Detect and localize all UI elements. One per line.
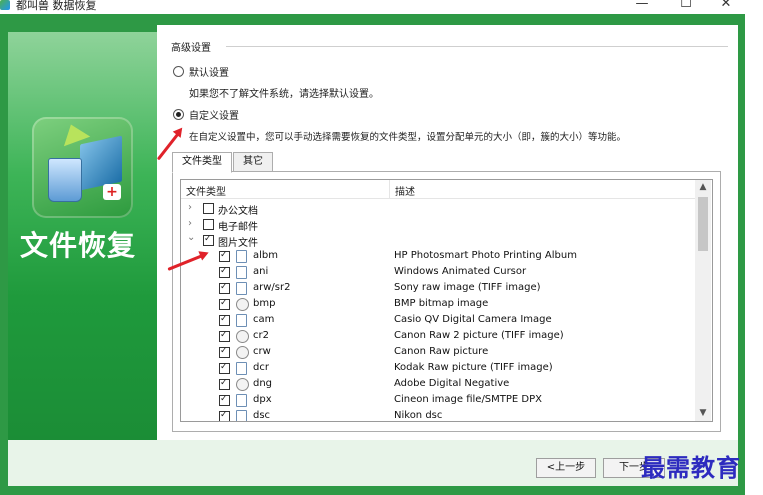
- image-file-icon: [236, 330, 249, 343]
- document-file-icon: [236, 282, 247, 295]
- scroll-up-arrow-icon[interactable]: ▲: [695, 180, 711, 194]
- column-description[interactable]: 描述: [395, 183, 415, 198]
- file-description: Sony raw image (TIFF image): [394, 282, 541, 293]
- custom-settings-hint: 在自定义设置中，您可以手动选择需要恢复的文件类型，设置分配单元的大小（即，簇的大…: [189, 132, 627, 143]
- group-label: 高级设置: [171, 43, 211, 54]
- file-description: Cineon image file/SMTPE DPX: [394, 394, 543, 405]
- file-description: HP Photosmart Photo Printing Album: [394, 250, 577, 261]
- file-extension: dcr: [253, 362, 269, 373]
- file-type-row[interactable]: arw/sr2 Sony raw image (TIFF image): [181, 281, 695, 297]
- file-type-checkbox[interactable]: [219, 346, 230, 358]
- file-description: Canon Raw 2 picture (TIFF image): [394, 330, 564, 341]
- vertical-scrollbar[interactable]: ▲ ▼: [695, 180, 711, 421]
- file-description: BMP bitmap image: [394, 298, 489, 309]
- file-type-checkbox[interactable]: [219, 282, 230, 294]
- tree-header: 文件类型 描述: [181, 180, 695, 199]
- column-file-type[interactable]: 文件类型: [186, 183, 226, 198]
- expand-chevron-icon[interactable]: ›: [188, 202, 192, 213]
- document-file-icon: [236, 362, 247, 375]
- document-file-icon: [236, 394, 247, 407]
- file-type-row[interactable]: dpx Cineon image file/SMTPE DPX: [181, 393, 695, 409]
- app-icon: [0, 0, 10, 10]
- file-description: Nikon dsc: [394, 410, 443, 421]
- document-file-icon: [236, 266, 247, 279]
- file-extension: dng: [253, 378, 273, 389]
- file-type-checkbox[interactable]: [219, 362, 230, 374]
- file-type-checkbox[interactable]: [219, 314, 230, 326]
- file-type-row[interactable]: cam Casio QV Digital Camera Image: [181, 313, 695, 329]
- document-file-icon: [236, 250, 247, 263]
- close-button[interactable]: ✕: [716, 0, 736, 12]
- file-type-checkbox[interactable]: [219, 250, 230, 262]
- file-extension: ani: [253, 266, 269, 277]
- file-type-checkbox[interactable]: [219, 394, 230, 406]
- watermark: 最需教育: [641, 454, 741, 482]
- scroll-thumb[interactable]: [698, 197, 708, 251]
- document-file-icon: [236, 314, 247, 327]
- expand-chevron-icon[interactable]: ›: [188, 218, 192, 229]
- file-type-row[interactable]: cr2 Canon Raw 2 picture (TIFF image): [181, 329, 695, 345]
- custom-settings-label[interactable]: 自定义设置: [189, 107, 239, 122]
- book-icon: [80, 135, 122, 191]
- window-title: 都叫兽 数据恢复: [16, 0, 97, 12]
- document-file-icon: [236, 410, 247, 421]
- default-settings-hint: 如果您不了解文件系统，请选择默认设置。: [189, 89, 379, 100]
- image-file-icon: [236, 378, 249, 391]
- file-type-row[interactable]: crw Canon Raw picture: [181, 345, 695, 361]
- file-type-row[interactable]: ani Windows Animated Cursor: [181, 265, 695, 281]
- file-description: Casio QV Digital Camera Image: [394, 314, 552, 325]
- file-type-checkbox[interactable]: [219, 378, 230, 390]
- image-file-icon: [236, 298, 249, 311]
- collapse-chevron-icon[interactable]: ⌄: [187, 232, 195, 243]
- category-name: 电子邮件: [218, 222, 258, 233]
- file-type-checkbox[interactable]: [219, 410, 230, 421]
- image-file-icon: [236, 346, 249, 359]
- file-extension: crw: [253, 346, 271, 357]
- file-type-tree[interactable]: 文件类型 描述 › 办公文档 › 电子邮件 ⌄ 图片文件 albm HP Phot…: [180, 179, 713, 422]
- sidebar-title: 文件恢复: [20, 229, 137, 262]
- custom-settings-radio[interactable]: [173, 109, 184, 120]
- file-description: Kodak Raw picture (TIFF image): [394, 362, 553, 373]
- file-type-row[interactable]: dng Adobe Digital Negative: [181, 377, 695, 393]
- category-office-docs[interactable]: › 办公文档: [181, 201, 695, 217]
- tab-other[interactable]: 其它: [233, 152, 273, 172]
- file-extension: cr2: [253, 330, 269, 341]
- group-divider: [226, 46, 728, 47]
- file-extension: arw/sr2: [253, 282, 291, 293]
- category-name: 图片文件: [218, 238, 258, 249]
- title-bar: 都叫兽 数据恢复 — ☐ ✕: [0, 0, 763, 14]
- file-type-row[interactable]: bmp BMP bitmap image: [181, 297, 695, 313]
- file-type-row[interactable]: dcr Kodak Raw picture (TIFF image): [181, 361, 695, 377]
- category-checkbox[interactable]: [203, 219, 214, 230]
- file-extension: dsc: [253, 410, 271, 421]
- file-extension: albm: [253, 250, 278, 261]
- file-extension: cam: [253, 314, 275, 325]
- column-divider[interactable]: [389, 180, 390, 198]
- file-description: Adobe Digital Negative: [394, 378, 510, 389]
- file-extension: dpx: [253, 394, 272, 405]
- file-description: Windows Animated Cursor: [394, 266, 527, 277]
- default-settings-label[interactable]: 默认设置: [189, 64, 229, 79]
- file-type-checkbox[interactable]: [219, 266, 230, 278]
- tab-file-types[interactable]: 文件类型: [172, 152, 232, 173]
- recycle-bin-icon: [48, 158, 82, 202]
- file-type-row[interactable]: albm HP Photosmart Photo Printing Album: [181, 249, 695, 265]
- category-name: 办公文档: [218, 206, 258, 217]
- minimize-button[interactable]: —: [632, 0, 652, 12]
- scroll-down-arrow-icon[interactable]: ▼: [695, 406, 711, 420]
- file-type-checkbox[interactable]: [219, 330, 230, 342]
- file-description: Canon Raw picture: [394, 346, 489, 357]
- category-checkbox[interactable]: [203, 203, 214, 214]
- category-images[interactable]: ⌄ 图片文件: [181, 232, 695, 249]
- file-extension: bmp: [253, 298, 276, 309]
- category-email[interactable]: › 电子邮件: [181, 217, 695, 233]
- default-settings-radio[interactable]: [173, 66, 184, 77]
- file-type-row[interactable]: dsc Nikon dsc: [181, 409, 695, 421]
- category-checkbox[interactable]: [203, 234, 214, 246]
- file-type-checkbox[interactable]: [219, 298, 230, 310]
- maximize-button[interactable]: ☐: [676, 0, 696, 12]
- background-strip: [745, 14, 763, 495]
- previous-button[interactable]: <上一步: [536, 458, 596, 478]
- plus-badge-icon: +: [103, 184, 121, 200]
